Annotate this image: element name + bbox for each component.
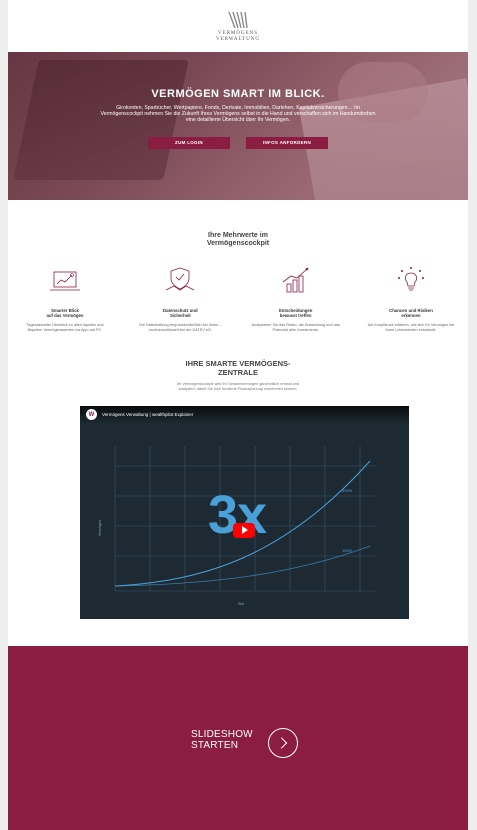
slideshow-line-1: SLIDESHOW	[191, 729, 253, 740]
play-icon[interactable]	[233, 522, 255, 538]
benefits-title: Ihre Mehrwerte im Vermögenscockpit	[8, 232, 468, 248]
benefit-title: Smarter Blick auf das Vermögen	[20, 308, 110, 319]
growth-chart-icon	[282, 267, 308, 293]
video-title[interactable]: Vermögens Verwaltung | wealthpilot Expla…	[102, 412, 193, 417]
benefit-item: Entscheidungen bewusst treffen Analysier…	[251, 266, 341, 333]
benefit-title-line: Sicherheit	[169, 313, 191, 319]
slideshow-line-2: STARTEN	[191, 740, 239, 751]
hero-banner: VERMÖGEN SMART IM BLICK. Girokonten, Spa…	[8, 52, 468, 200]
benefit-title: Chancen und Risiken erkennen	[366, 308, 456, 319]
laptop-chart-icon	[50, 271, 80, 291]
benefit-text: Tagesaktueller Überblick zu allen liquid…	[26, 322, 104, 332]
benefit-item: Datenschutz und Sicherheit Die Datenhalt…	[135, 266, 225, 333]
smart-title-line-2: ZENTRALE	[218, 367, 258, 377]
hero-subtitle: Girokonten, Sparbücher, Wertpapiere, Fon…	[100, 105, 376, 124]
video-tag-top: 300%	[342, 487, 353, 493]
benefit-title-line: erkennen	[401, 313, 421, 319]
brand-logo-icon[interactable]	[223, 10, 253, 30]
benefit-title-line: auf das Vermögen	[46, 313, 84, 319]
benefit-text: Auf Knopfdruck erfahren, wie sich Ihr Ve…	[367, 322, 455, 332]
site-header: VERMÖGENS VERWALTUNG	[8, 0, 468, 52]
smart-center-title: IHRE SMARTE VERMÖGENS- ZENTRALE	[8, 359, 468, 377]
handshake-shield-icon	[166, 267, 195, 291]
page: VERMÖGENS VERWALTUNG VERMÖGEN SMART IM B…	[8, 0, 468, 830]
smart-center-text: Ihr Vermögenscockpit wird Ihr Gesamtverm…	[176, 381, 300, 391]
video-player[interactable]: W Vermögens Verwaltung | wealthpilot Exp…	[80, 405, 409, 619]
slideshow-label[interactable]: SLIDESHOW STARTEN	[191, 729, 253, 751]
benefit-text: Analysieren Sie das Risiko, die Entwickl…	[251, 322, 340, 332]
login-button[interactable]: ZUM LOGIN	[148, 136, 230, 149]
brand-line-1: VERMÖGENS	[217, 30, 259, 36]
channel-avatar[interactable]: W	[86, 409, 97, 421]
video-x-label: Zeit	[238, 601, 244, 606]
benefit-item: Chancen und Risiken erkennen Auf Knopfdr…	[366, 266, 456, 333]
hero-title: VERMÖGEN SMART IM BLICK.	[151, 88, 325, 100]
hero-content: VERMÖGEN SMART IM BLICK. Girokonten, Spa…	[8, 88, 468, 149]
benefits-title-line-2: Vermögenscockpit	[206, 240, 270, 247]
slideshow-start-icon[interactable]	[268, 728, 298, 758]
benefits-title-line-1: Ihre Mehrwerte im	[208, 232, 268, 239]
video-tag-bottom: 100%	[342, 547, 353, 553]
benefit-text: Die Datenhaltung liegt ausschließlich be…	[139, 322, 222, 332]
benefit-item: Smarter Blick auf das Vermögen Tagesaktu…	[20, 266, 110, 333]
brand-line-2: VERWALTUNG	[216, 36, 260, 42]
benefits-list: Smarter Blick auf das Vermögen Tagesaktu…	[8, 266, 468, 333]
benefit-title-line: bewusst treffen	[279, 313, 312, 319]
benefit-title: Entscheidungen bewusst treffen	[251, 308, 341, 319]
lightbulb-idea-icon	[397, 267, 424, 291]
request-info-button[interactable]: INFOS ANFORDERN	[246, 136, 328, 149]
brand-name: VERMÖGENS VERWALTUNG	[216, 31, 260, 43]
smart-title-line-1: IHRE SMARTE VERMÖGENS-	[185, 358, 291, 368]
video-title-bar: W Vermögens Verwaltung | wealthpilot Exp…	[80, 405, 409, 424]
benefit-title: Datenschutz und Sicherheit	[135, 308, 225, 319]
video-y-label: Vermögen	[97, 519, 102, 536]
hero-buttons: ZUM LOGIN INFOS ANFORDERN	[98, 136, 378, 149]
slideshow-section: SLIDESHOW STARTEN	[8, 646, 468, 830]
